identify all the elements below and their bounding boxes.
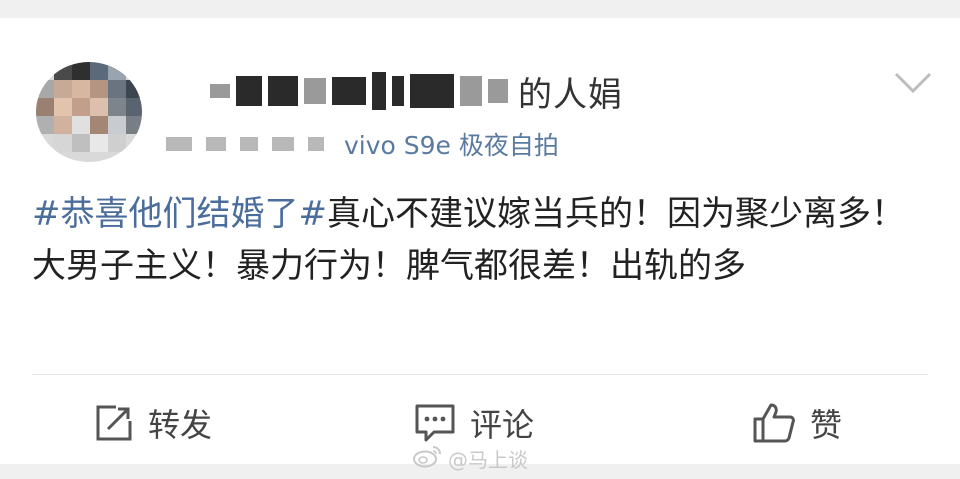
topic-link[interactable]: #恭喜他们结婚了#: [32, 194, 327, 234]
share-icon: [94, 403, 134, 443]
username-visible-text: 的人娟: [518, 74, 623, 115]
comment-icon: [414, 403, 456, 443]
repost-button[interactable]: 转发: [94, 398, 212, 448]
like-button[interactable]: 赞: [752, 398, 842, 448]
comment-button[interactable]: 评论: [414, 398, 534, 448]
watermark: @马上谈: [412, 444, 528, 472]
watermark-text: @马上谈: [448, 447, 528, 472]
comment-label: 评论: [470, 406, 535, 444]
device-label: vivo S9e 极夜自拍: [344, 131, 559, 160]
repost-label: 转发: [148, 406, 213, 444]
like-label: 赞: [810, 406, 843, 444]
post-content: #恭喜他们结婚了#真心不建议嫁当兵的！因为聚少离多！大男子主义！暴力行为！脾气都…: [32, 188, 932, 292]
avatar[interactable]: [36, 62, 142, 162]
divider: [32, 374, 928, 375]
weibo-post-card: 的人娟 vivo S9e 极夜自拍 #恭喜他们结婚了#真心不建议嫁当兵的！因为聚…: [0, 18, 960, 464]
thumbs-up-icon: [752, 402, 796, 444]
username[interactable]: 的人娟: [210, 66, 623, 116]
weibo-icon: [412, 444, 448, 473]
post-meta: vivo S9e 极夜自拍: [166, 126, 559, 162]
chevron-down-icon[interactable]: [894, 70, 932, 96]
